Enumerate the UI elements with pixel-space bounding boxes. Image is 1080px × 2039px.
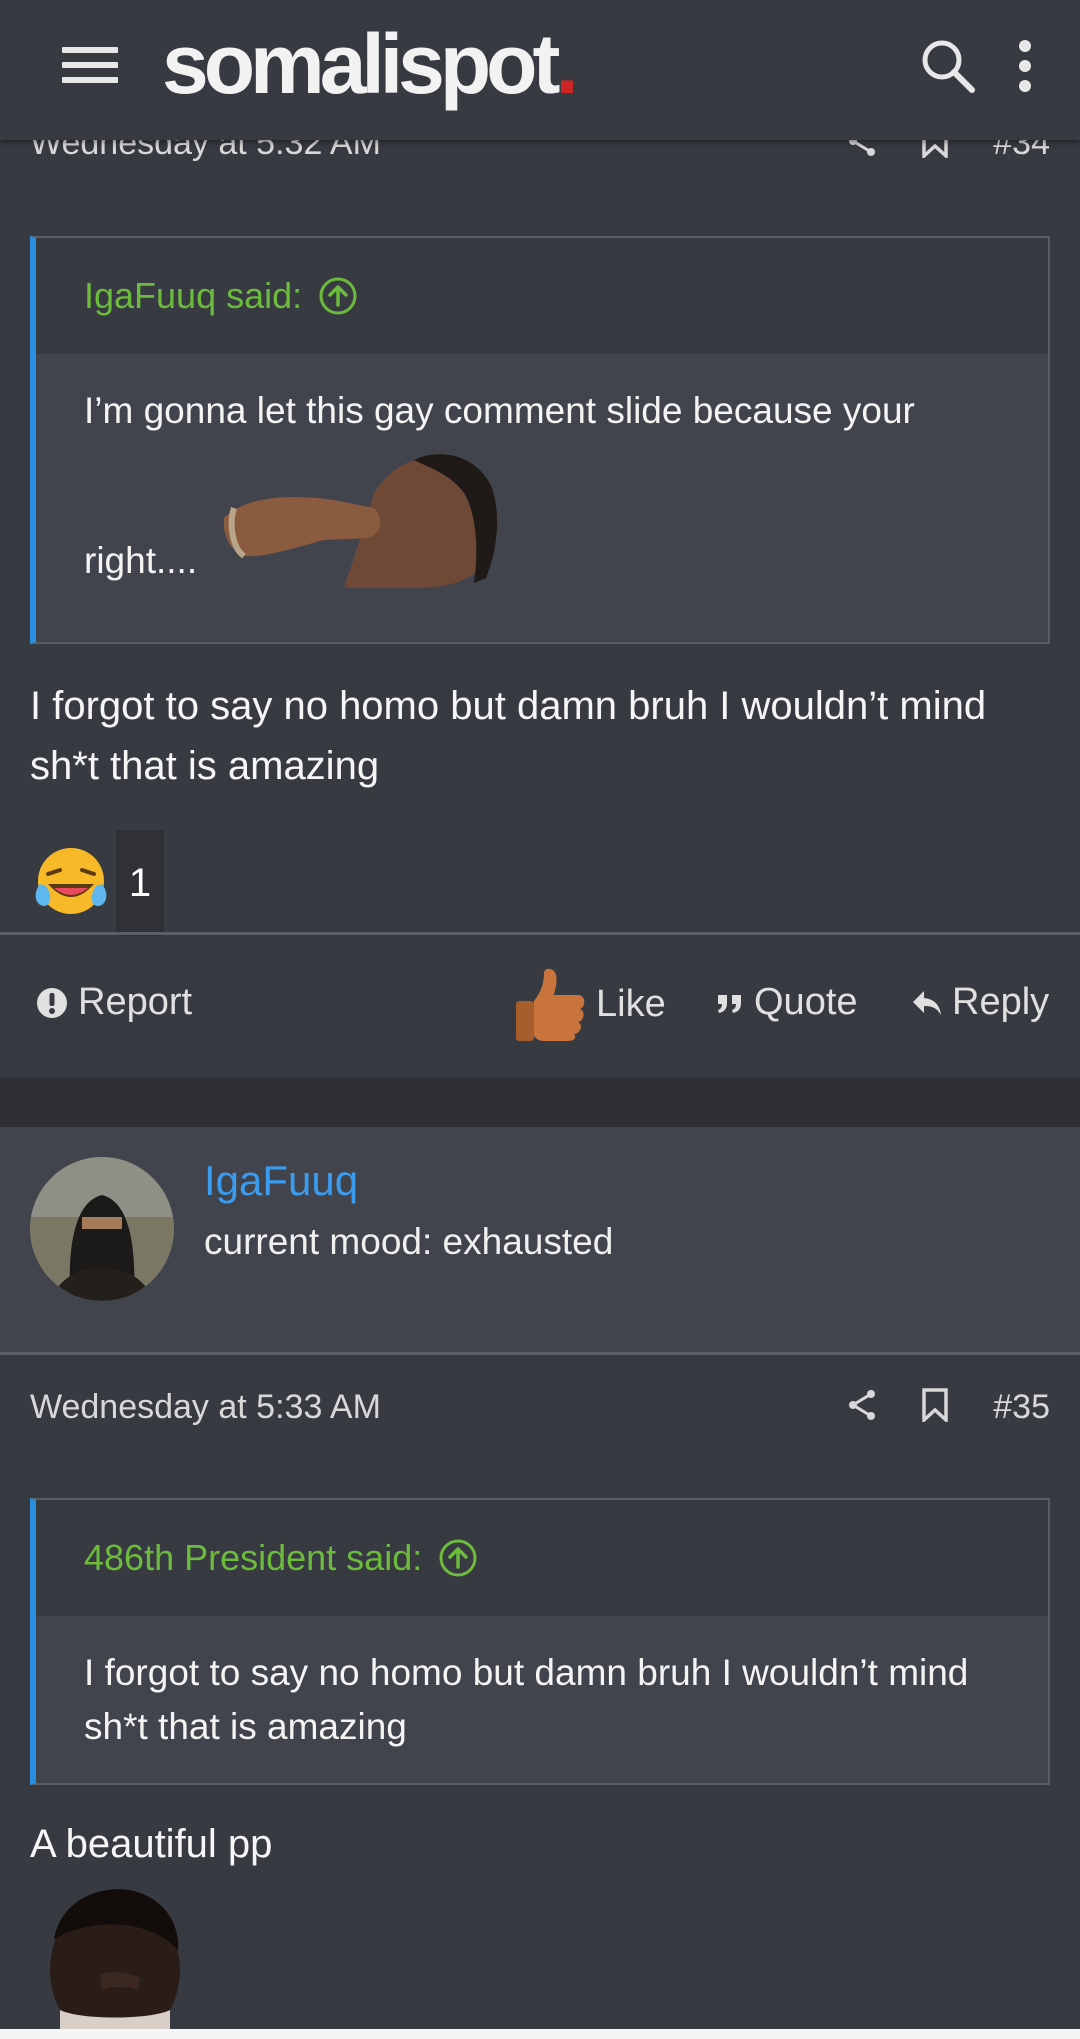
quote-media-row: right.... — [84, 438, 1000, 588]
bookmark-icon[interactable] — [921, 1388, 949, 1427]
post-actions: Report Like Quote Reply — [0, 935, 1080, 1077]
quote-text-line: right.... — [84, 540, 198, 581]
quote-text-line: I’m gonna let this gay comment slide bec… — [84, 390, 915, 431]
report-label: Report — [78, 981, 193, 1023]
laughing-emoji-icon — [34, 844, 108, 923]
logo-text: somalispot — [162, 17, 560, 111]
quote-header[interactable]: IgaFuuq said: — [36, 238, 1048, 354]
quote-icon — [718, 994, 741, 1013]
reaction-count[interactable]: 1 — [116, 830, 164, 936]
bottom-edge — [0, 2029, 1080, 2039]
reaction-summary[interactable]: 1 — [34, 830, 164, 936]
quote-label: Quote — [754, 981, 858, 1023]
logo-dot: . — [555, 17, 578, 111]
user-title: current mood: exhausted — [204, 1221, 614, 1262]
username[interactable]: IgaFuuq — [204, 1157, 358, 1205]
quote-button[interactable]: Quote — [716, 981, 858, 1024]
avatar[interactable] — [30, 1157, 174, 1301]
quote-block: IgaFuuq said: I’m gonna let this gay com… — [30, 236, 1050, 644]
thumbs-up-icon — [516, 968, 585, 1041]
arrow-up-circle-icon[interactable] — [438, 1538, 478, 1578]
reply-label: Reply — [952, 981, 1050, 1023]
hamburger-icon[interactable] — [62, 47, 118, 87]
share-icon[interactable] — [847, 1388, 877, 1427]
divider — [0, 1352, 1080, 1355]
post-image — [40, 1880, 190, 2039]
quote-body: I’m gonna let this gay comment slide bec… — [36, 354, 1048, 614]
like-button[interactable]: Like — [514, 967, 666, 1041]
post-body: A beautiful pp — [30, 1822, 273, 1866]
reply-button[interactable]: Reply — [912, 981, 1049, 1024]
quote-author: 486th President said: — [84, 1537, 423, 1578]
like-label: Like — [596, 982, 666, 1025]
quote-header[interactable]: 486th President said: — [36, 1500, 1048, 1616]
gif-image — [224, 454, 498, 588]
exclamation-icon — [37, 987, 67, 1018]
post-separator — [0, 1077, 1080, 1127]
more-vertical-icon[interactable] — [1010, 36, 1040, 96]
site-logo[interactable]: somalispot. — [162, 14, 579, 114]
post-user-header: IgaFuuq current mood: exhausted — [0, 1127, 1080, 1353]
top-app-bar: somalispot. — [0, 0, 1080, 140]
reply-icon — [913, 990, 941, 1015]
search-icon[interactable] — [918, 36, 978, 96]
post-number[interactable]: #35 — [993, 1388, 1050, 1427]
post-date[interactable]: Wednesday at 5:33 AM — [30, 1388, 381, 1427]
quote-author: IgaFuuq said: — [84, 275, 303, 316]
post-meta-icons: #35 — [847, 1388, 1050, 1427]
post-body: I forgot to say no homo but damn bruh I … — [30, 684, 987, 788]
quote-body: I forgot to say no homo but damn bruh I … — [84, 1652, 969, 1747]
report-button[interactable]: Report — [36, 981, 192, 1024]
quote-block: 486th President said: I forgot to say no… — [30, 1498, 1050, 1785]
post-meta: Wednesday at 5:33 AM #35 — [0, 1388, 1080, 1448]
arrow-up-circle-icon[interactable] — [318, 276, 358, 316]
